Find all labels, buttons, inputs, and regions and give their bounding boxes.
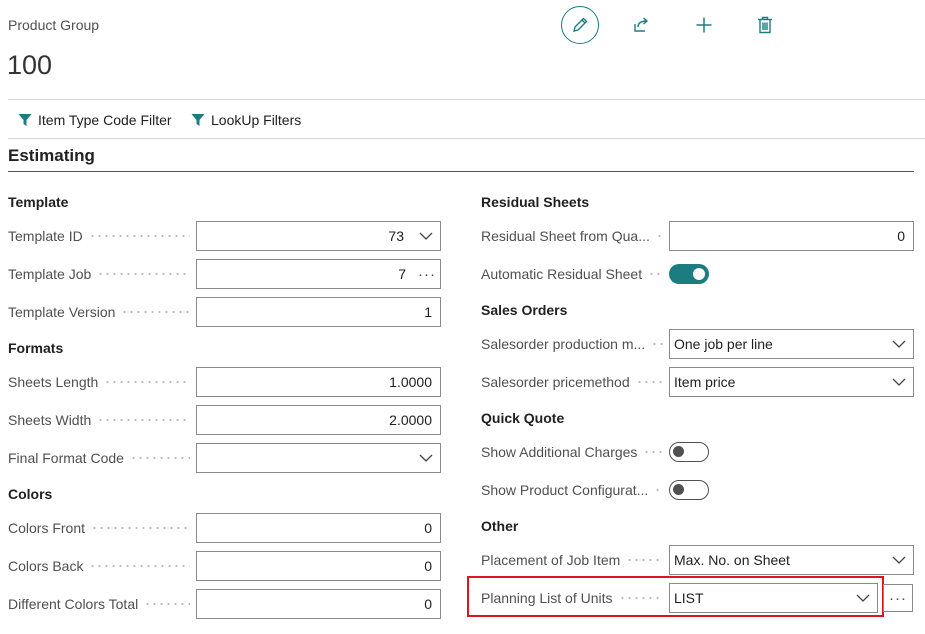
- item-type-code-filter-label: Item Type Code Filter: [38, 112, 172, 128]
- final-format-code-label: Final Format Code: [8, 443, 196, 473]
- show-additional-charges-label: Show Additional Charges: [481, 437, 669, 467]
- placement-of-job-item-label: Placement of Job Item: [481, 545, 669, 575]
- group-title-template: Template: [8, 194, 69, 210]
- chevron-down-icon[interactable]: [412, 232, 440, 240]
- ellipsis-icon: ···: [889, 589, 907, 607]
- colors-back-label: Colors Back: [8, 551, 196, 581]
- trash-icon: [758, 16, 772, 34]
- colors-front-label: Colors Front: [8, 513, 196, 543]
- template-job-field[interactable]: 7 ···: [196, 259, 441, 289]
- template-job-label: Template Job: [8, 259, 196, 289]
- group-title-formats: Formats: [8, 340, 64, 356]
- salesorder-production-field[interactable]: One job per line: [669, 329, 914, 359]
- automatic-residual-sheet-toggle[interactable]: [669, 264, 709, 284]
- sheets-length-label: Sheets Length: [8, 367, 196, 397]
- show-product-configurat-toggle[interactable]: [669, 480, 709, 500]
- share-button[interactable]: [627, 11, 655, 39]
- new-button[interactable]: [690, 11, 718, 39]
- section-rule: [8, 171, 914, 172]
- template-id-value: 73: [388, 228, 404, 244]
- group-title-residual-sheets: Residual Sheets: [481, 194, 590, 210]
- edit-button[interactable]: [561, 6, 599, 44]
- sheets-width-field[interactable]: 2.0000: [196, 405, 441, 435]
- lookup-filters-label: LookUp Filters: [211, 112, 302, 128]
- page-caption: Product Group: [8, 17, 100, 33]
- final-format-code-field[interactable]: [196, 443, 441, 473]
- ellipsis-icon[interactable]: ···: [414, 267, 440, 282]
- residual-sheet-from-qua-field[interactable]: 0: [669, 221, 914, 251]
- group-title-other: Other: [481, 518, 519, 534]
- planning-list-of-units-value: LIST: [674, 590, 704, 606]
- delete-button[interactable]: [751, 11, 779, 39]
- residual-sheet-from-qua-value: 0: [897, 228, 905, 244]
- template-version-field[interactable]: 1: [196, 297, 441, 327]
- planning-list-of-units-label: Planning List of Units: [481, 583, 669, 613]
- salesorder-pricemethod-value: Item price: [674, 374, 736, 390]
- funnel-icon: [191, 114, 205, 126]
- group-title-colors: Colors: [8, 486, 53, 502]
- residual-sheet-from-qua-label: Residual Sheet from Qua...: [481, 221, 669, 251]
- more-options-button[interactable]: ···: [883, 584, 913, 612]
- placement-of-job-item-value: Max. No. on Sheet: [674, 552, 790, 568]
- different-colors-total-label: Different Colors Total: [8, 589, 196, 619]
- pencil-icon: [573, 17, 588, 32]
- chevron-down-icon[interactable]: [885, 340, 913, 348]
- different-colors-total-field[interactable]: 0: [196, 589, 441, 619]
- template-job-value: 7: [398, 266, 406, 282]
- chevron-down-icon[interactable]: [885, 378, 913, 386]
- salesorder-production-value: One job per line: [674, 336, 773, 352]
- share-icon: [634, 17, 649, 32]
- item-type-code-filter-button[interactable]: Item Type Code Filter: [18, 110, 172, 130]
- salesorder-pricemethod-label: Salesorder pricemethod: [481, 367, 669, 397]
- automatic-residual-sheet-label: Automatic Residual Sheet: [481, 259, 669, 289]
- placement-of-job-item-field[interactable]: Max. No. on Sheet: [669, 545, 914, 575]
- section-title-estimating[interactable]: Estimating: [8, 146, 95, 166]
- colors-front-field[interactable]: 0: [196, 513, 441, 543]
- group-title-quick-quote: Quick Quote: [481, 410, 565, 426]
- template-version-value: 1: [424, 304, 432, 320]
- template-version-label: Template Version: [8, 297, 196, 327]
- different-colors-total-value: 0: [424, 596, 432, 612]
- template-id-label: Template ID: [8, 221, 196, 251]
- chevron-down-icon[interactable]: [885, 556, 913, 564]
- chevron-down-icon[interactable]: [849, 594, 877, 602]
- sheets-length-value: 1.0000: [389, 374, 432, 390]
- colors-front-value: 0: [424, 520, 432, 536]
- colors-back-field[interactable]: 0: [196, 551, 441, 581]
- lookup-filters-button[interactable]: LookUp Filters: [191, 110, 301, 130]
- planning-list-of-units-field[interactable]: LIST: [669, 583, 878, 613]
- sheets-length-field[interactable]: 1.0000: [196, 367, 441, 397]
- sheets-width-value: 2.0000: [389, 412, 432, 428]
- salesorder-production-label: Salesorder production m...: [481, 329, 669, 359]
- salesorder-pricemethod-field[interactable]: Item price: [669, 367, 914, 397]
- header-divider: [8, 99, 925, 100]
- funnel-icon: [18, 114, 32, 126]
- show-product-configurat-label: Show Product Configurat...: [481, 475, 669, 505]
- page-title: 100: [7, 50, 53, 80]
- group-title-sales-orders: Sales Orders: [481, 302, 568, 318]
- sheets-width-label: Sheets Width: [8, 405, 196, 435]
- show-additional-charges-toggle[interactable]: [669, 442, 709, 462]
- plus-icon: [696, 17, 712, 33]
- chevron-down-icon[interactable]: [412, 454, 440, 462]
- colors-back-value: 0: [424, 558, 432, 574]
- template-id-field[interactable]: 73: [196, 221, 441, 251]
- filter-divider: [8, 138, 925, 139]
